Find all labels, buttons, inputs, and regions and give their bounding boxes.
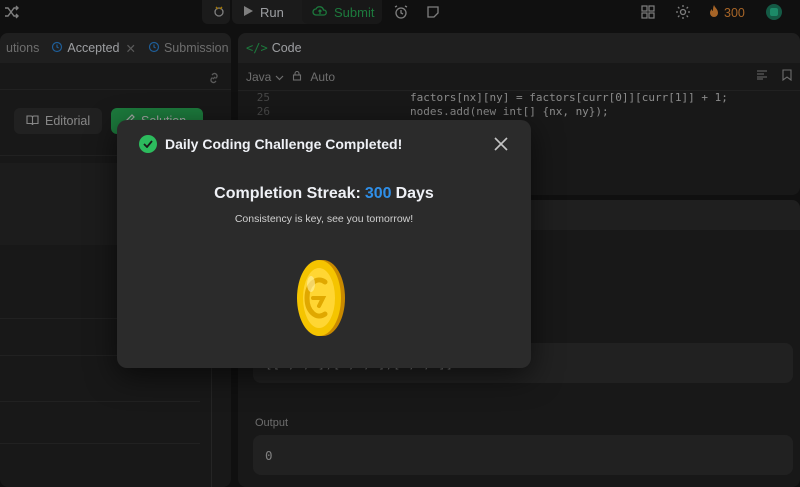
check-circle-icon xyxy=(139,135,157,153)
daily-challenge-modal: Daily Coding Challenge Completed! Comple… xyxy=(117,120,531,368)
gold-coin-icon xyxy=(293,256,349,340)
completion-streak: Completion Streak: 300 Days xyxy=(117,185,531,203)
streak-prefix: Completion Streak: xyxy=(214,185,361,202)
close-icon[interactable] xyxy=(491,134,511,154)
streak-value: 300 xyxy=(364,185,392,202)
modal-subtext: Consistency is key, see you tomorrow! xyxy=(234,213,414,225)
streak-suffix: Days xyxy=(395,185,434,202)
modal-title: Daily Coding Challenge Completed! xyxy=(165,136,403,152)
